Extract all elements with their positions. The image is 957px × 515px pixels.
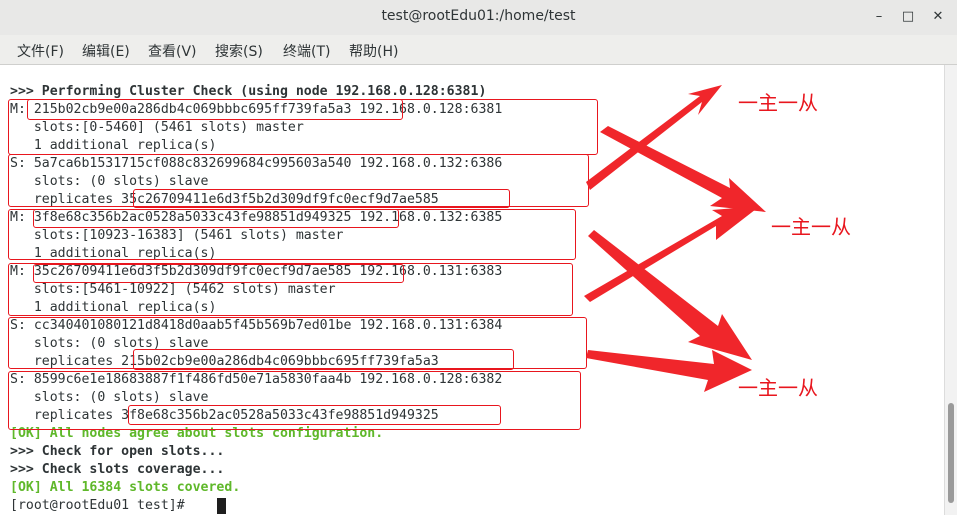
annotation-arrows	[584, 85, 766, 392]
arrow-3	[600, 126, 766, 212]
arrow-6	[586, 350, 752, 392]
annotation-label-1: 一主一从	[738, 91, 818, 115]
annotation-label-2: 一主一从	[771, 215, 851, 239]
annotation-label-3: 一主一从	[738, 376, 818, 400]
